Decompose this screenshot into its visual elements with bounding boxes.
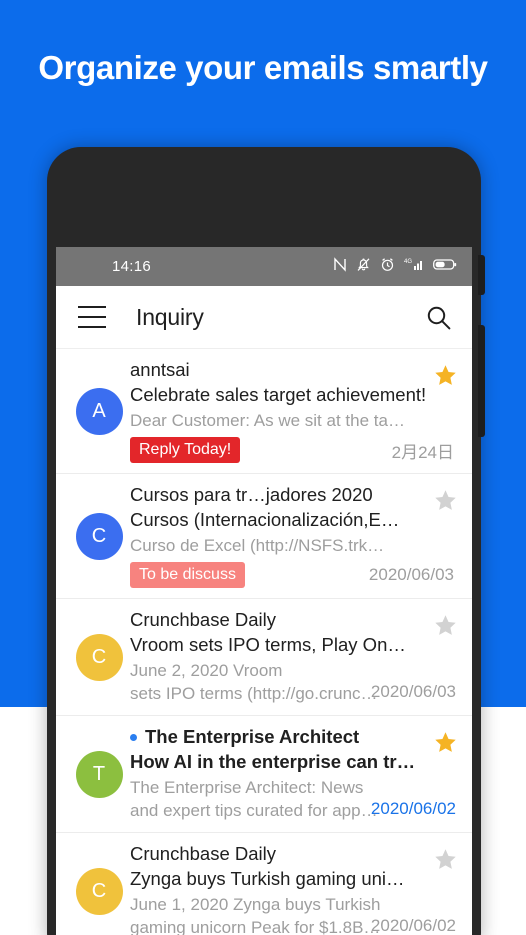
star-icon-active[interactable] [433,730,458,755]
mail-header-line: Crunchbase Daily [130,609,456,631]
mail-date: 2020/06/03 [368,565,454,584]
hamburger-menu-icon[interactable] [78,306,106,328]
mail-subject: Cursos (Internacionalización,E… [130,509,400,530]
mail-header-line: Crunchbase Daily [130,843,456,865]
mail-footer-line: Reply Today! 2月24日 [130,437,456,463]
avatar-cell: T [68,726,130,822]
unread-indicator-dot [130,733,137,741]
avatar-cell: C [68,843,130,935]
search-icon[interactable] [425,304,452,331]
avatar[interactable]: C [75,512,123,560]
signal-4g-icon: 4G [404,257,424,277]
phone-side-button-bottom[interactable] [478,325,485,437]
mail-subject: Celebrate sales target achievement! [130,384,427,405]
mail-subject: How AI in the enterprise can tr… [130,751,416,772]
mail-subject: Zynga buys Turkish gaming uni… [130,868,405,889]
phone-screen: 14:16 4G Inquiry A anntsai Celebrate sal… [56,247,472,935]
mail-list: Aanntsai Celebrate sales target achieveme… [56,349,472,935]
promo-screenshot: Organize your emails smartly 14:16 4G In… [0,0,526,935]
star-icon-active[interactable] [433,363,458,388]
avatar[interactable]: C [75,867,123,915]
mail-row[interactable]: C 2020/06/03 Crunchbase Daily Vroom sets IP… [56,599,472,716]
mail-header-line: Cursos para tr…jadores 2020 [130,484,456,506]
star-icon-inactive[interactable] [433,613,458,638]
mail-preview: Curso de Excel (http://NSFS.trk… [130,536,385,555]
mail-row[interactable]: Aanntsai Celebrate sales target achieveme… [56,349,472,474]
sender-wrap: anntsai [130,359,456,381]
battery-icon [433,257,457,276]
notifications-off-icon [356,257,371,277]
sender-wrap: Cursos para tr…jadores 2020 [130,484,456,506]
mail-sender: The Enterprise Architect [145,726,360,747]
mail-subject: Vroom sets IPO terms, Play On… [130,634,406,655]
svg-text:4G: 4G [404,259,412,265]
mail-date: 2020/06/02 [370,916,456,935]
promo-headline: Organize your emails smartly [38,49,488,86]
mail-footer-line: To be discuss 2020/06/03 [130,562,456,588]
app-bar-title: Inquiry [136,303,204,330]
mail-date: 2020/06/02 [370,799,456,818]
mail-row[interactable]: C 2020/06/02 Crunchbase Daily Zynga buys Tu… [56,833,472,935]
sender-wrap: Crunchbase Daily [130,843,456,865]
star-icon-inactive[interactable] [433,488,458,513]
mail-row[interactable]: C Cursos para tr…jadores 2020 Cursos (Inte… [56,474,472,599]
mail-sender: Crunchbase Daily [130,843,277,864]
mail-label-chip[interactable]: Reply Today! [130,437,241,463]
mail-preview: Dear Customer: As we sit at the ta… [130,411,405,430]
status-bar: 14:16 4G [56,247,472,286]
app-bar: Inquiry [56,286,472,349]
alarm-icon [380,257,395,277]
star-icon-inactive[interactable] [433,847,458,872]
avatar[interactable]: C [75,633,123,681]
avatar-cell: A [68,359,130,463]
phone-device-frame: 14:16 4G Inquiry A anntsai Celebrate sal… [47,147,485,935]
sender-wrap: Crunchbase Daily [130,609,456,631]
phone-side-button-top[interactable] [478,255,485,295]
avatar[interactable]: A [75,387,123,435]
mail-body: Cursos para tr…jadores 2020 Cursos (Inter… [130,484,460,588]
mail-row[interactable]: T 2020/06/02 The Enterprise Architect How A… [56,716,472,833]
mail-header-line: The Enterprise Architect [130,726,456,748]
status-bar-clock: 14:16 [112,258,152,275]
avatar[interactable]: T [75,750,123,798]
mail-sender: Crunchbase Daily [130,609,277,630]
nfc-icon [333,256,347,277]
status-bar-icons: 4G [333,256,457,277]
mail-date: 2月24日 [391,442,454,462]
avatar-cell: C [68,484,130,588]
mail-date: 2020/06/03 [370,682,456,701]
mail-body: anntsai Celebrate sales target achievemen… [130,359,460,463]
mail-sender: anntsai [130,359,190,380]
mail-sender: Cursos para tr…jadores 2020 [130,484,373,505]
sender-wrap: The Enterprise Architect [130,726,456,748]
mail-header-line: anntsai [130,359,456,381]
mail-label-chip[interactable]: To be discuss [130,562,245,588]
avatar-cell: C [68,609,130,705]
